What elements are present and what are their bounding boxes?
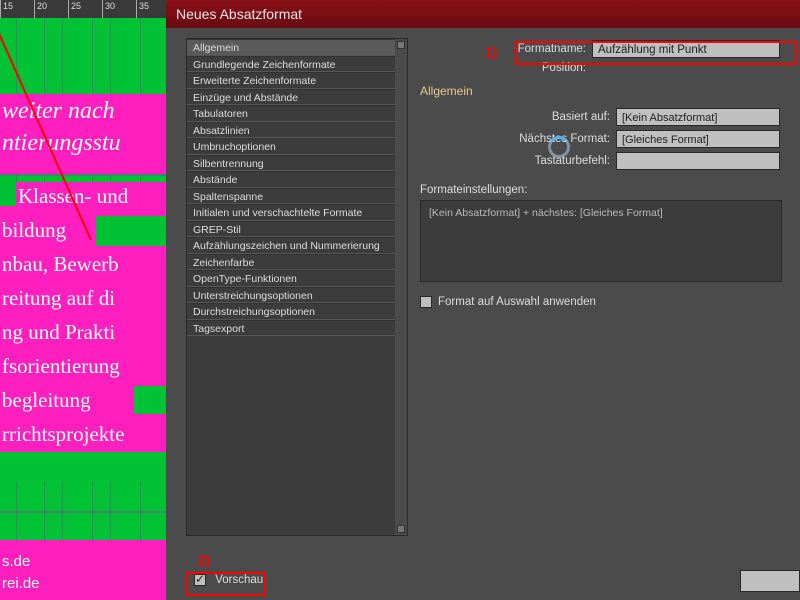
naechstes-format-label: Nächstes Format:	[420, 133, 616, 145]
vorschau-label: Vorschau	[215, 574, 263, 586]
doc-text-line: ntierungsstu	[2, 130, 121, 157]
doc-text-line: bildung	[2, 218, 66, 243]
category-item[interactable]: Zeichenfarbe	[187, 254, 395, 271]
category-item[interactable]: GREP-Stil	[187, 221, 395, 238]
category-item[interactable]: Umbruchoptionen	[187, 138, 395, 155]
category-item[interactable]: Silbentrennung	[187, 155, 395, 172]
doc-url-line: rei.de	[2, 575, 40, 592]
ok-button[interactable]	[740, 570, 800, 592]
ruler-tick-label: 15	[3, 1, 13, 11]
formatname-label: Formatname:	[420, 43, 592, 55]
apply-to-selection-label: Format auf Auswahl anwenden	[438, 296, 596, 308]
formateinstellungen-box: [Kein Absatzformat] + nächstes: [Gleiche…	[420, 200, 782, 282]
doc-text-line: ng und Prakti	[2, 320, 115, 345]
document-background: 15 20 25 30 35 weiter nach ntierungsstu …	[0, 0, 166, 600]
dialog-titlebar[interactable]: Neues Absatzformat	[166, 0, 800, 28]
category-list: AllgemeinGrundlegende ZeichenformateErwe…	[186, 38, 408, 536]
category-item[interactable]: Grundlegende Zeichenformate	[187, 56, 395, 73]
doc-text-line: Klassen- und	[18, 184, 128, 209]
basiert-auf-label: Basiert auf:	[420, 111, 616, 123]
category-item[interactable]: Absatzlinien	[187, 122, 395, 139]
category-scrollbar[interactable]	[395, 39, 407, 535]
position-label: Position:	[420, 62, 592, 74]
doc-text-line: rrichtsprojekte	[2, 422, 124, 447]
category-item[interactable]: Initialen und verschachtelte Formate	[187, 204, 395, 221]
category-item[interactable]: Tagsexport	[187, 320, 395, 337]
category-item[interactable]: Abstände	[187, 171, 395, 188]
ruler-tick-label: 35	[139, 1, 149, 11]
category-item[interactable]: Durchstreichungsoptionen	[187, 303, 395, 320]
naechstes-format-select[interactable]: [Gleiches Format]	[616, 130, 780, 148]
doc-url-line: s.de	[2, 553, 30, 570]
category-item[interactable]: Erweiterte Zeichenformate	[187, 72, 395, 89]
formateinstellungen-label: Formateinstellungen:	[420, 184, 800, 196]
basiert-auf-select[interactable]: [Kein Absatzformat]	[616, 108, 780, 126]
category-item[interactable]: Einzüge und Abstände	[187, 89, 395, 106]
vorschau-checkbox[interactable]	[194, 574, 206, 586]
doc-text-line: fsorientierung	[2, 354, 120, 379]
ruler-tick-label: 20	[37, 1, 47, 11]
doc-text-line: nbau, Bewerb	[2, 252, 119, 277]
doc-text-line: weiter nach	[2, 98, 115, 125]
section-heading-allgemein: Allgemein	[420, 84, 800, 98]
formatname-input[interactable]: Aufzählung mit Punkt	[592, 40, 780, 58]
tastatur-label: Tastaturbefehl:	[420, 155, 616, 167]
category-item[interactable]: OpenType-Funktionen	[187, 270, 395, 287]
doc-text-line: begleitung	[2, 388, 91, 413]
tastatur-input[interactable]	[616, 152, 780, 170]
vorschau-row: Vorschau	[194, 574, 263, 586]
doc-text-line: reitung auf di	[2, 286, 115, 311]
category-item[interactable]: Unterstreichungsoptionen	[187, 287, 395, 304]
category-item[interactable]: Spaltenspanne	[187, 188, 395, 205]
scroll-up-icon[interactable]	[397, 41, 405, 49]
apply-to-selection-checkbox[interactable]	[420, 296, 432, 308]
dialog-title: Neues Absatzformat	[176, 6, 302, 22]
paragraph-style-dialog: Neues Absatzformat AllgemeinGrundlegende…	[166, 0, 800, 600]
horizontal-ruler: 15 20 25 30 35	[0, 0, 166, 18]
category-item[interactable]: Tabulatoren	[187, 105, 395, 122]
formateinstellungen-value: [Kein Absatzformat] + nächstes: [Gleiche…	[429, 207, 663, 219]
ruler-tick-label: 30	[105, 1, 115, 11]
category-item[interactable]: Aufzählungszeichen und Nummerierung	[187, 237, 395, 254]
category-item[interactable]: Allgemein	[187, 39, 395, 56]
scroll-down-icon[interactable]	[397, 525, 405, 533]
ruler-tick-label: 25	[71, 1, 81, 11]
